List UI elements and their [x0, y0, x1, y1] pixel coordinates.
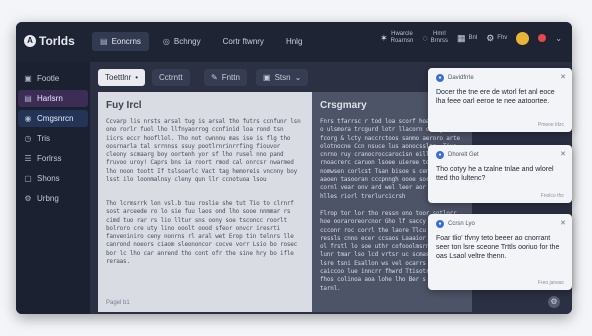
sidebar-item-label: Tris [37, 134, 51, 143]
notifications-button[interactable]: ✶ Hwarcle Roarnsn [380, 31, 413, 45]
messages-label-1: Hmrl [433, 31, 446, 37]
tab-documents[interactable]: ▤ Eoncrns [92, 32, 149, 51]
top-tabs: ▤ Eoncrns ◎ Bchngy Cortr ftwnry Hnlg [92, 32, 310, 51]
sidebar-item-label: Forlrss [37, 154, 62, 163]
sidebar-item-label: Harlsrn [37, 94, 63, 103]
document-title: Fuy Ircl [106, 100, 142, 111]
square-icon: ▢ [24, 174, 32, 183]
document-paragraph-1: Ccvarp lis nrsts arsal tug is arsal tho … [106, 118, 301, 184]
sidebar-item-0[interactable]: ▣ Footle [18, 70, 88, 87]
notification-card[interactable]: ● Davidfrrle ✕ Docer the tne ere de wtor… [428, 68, 572, 132]
sidebar-item-label: Footle [37, 74, 60, 83]
sidebar-item-label: Urbng [37, 194, 59, 203]
toolbar-button-label: Stsn [274, 73, 291, 82]
sidebar: ▣ Footle ▤ Harlsrn ◉ Cmgsnrcn ◷ Tris ☰ F… [16, 62, 90, 314]
close-icon[interactable]: ✕ [560, 219, 566, 227]
sidebar-item-4[interactable]: ☰ Forlrss [18, 150, 88, 167]
folder-icon: ▤ [24, 94, 32, 103]
toolbar-button-4[interactable]: ▣ Stsn ⌄ [256, 69, 309, 86]
dot-icon: • [135, 73, 139, 82]
alert-indicator[interactable] [538, 34, 547, 42]
gear-icon: ⚙ [550, 297, 558, 306]
sidebar-item-3[interactable]: ◷ Tris [18, 130, 88, 147]
clock-icon: ◷ [24, 134, 32, 143]
pen-icon: ✎ [211, 73, 218, 82]
sidebar-item-6[interactable]: ⚙ Urbng [18, 190, 88, 207]
chat-icon: ◌ [422, 33, 428, 43]
sidebar-item-2[interactable]: ◉ Cmgsnrcn [18, 110, 88, 127]
tab-label: Cortr ftwnry [222, 37, 264, 46]
notification-card[interactable]: ● Dhorelt Get ✕ Tho cotyy he a tzalne tn… [428, 145, 572, 203]
top-right-controls: ✶ Hwarcle Roarnsn ◌ Hmrl Brnrss ▦ Bnl ⚙ … [380, 31, 562, 45]
tab-layers[interactable]: ◎ Bchngy [155, 32, 209, 51]
close-icon[interactable]: ✕ [560, 73, 566, 81]
summary-title: Crsgmary [320, 100, 367, 111]
toolbar-button-3[interactable]: ✎ Fnttn [204, 69, 247, 86]
close-icon[interactable]: ✕ [560, 150, 566, 158]
settings-label: Fhv [497, 35, 508, 41]
sidebar-item-1[interactable]: ▤ Harlsrn [18, 90, 88, 107]
toolbar-button-2[interactable]: Cctrntt [152, 69, 190, 86]
settings-button[interactable]: ⚙ Fhv [486, 33, 507, 44]
list-label: Bnl [468, 35, 478, 41]
document-icon: ▤ [100, 37, 108, 46]
chevron-down-icon: ⌄ [294, 73, 302, 82]
list-icon: ☰ [24, 154, 32, 163]
tab-label: Bchngy [173, 37, 201, 46]
top-bar: A Torlds ▤ Eoncrns ◎ Bchngy Cortr ftwnry… [16, 22, 572, 63]
bell-icon: ✶ [380, 32, 388, 43]
notification-body: Docer the tne ere de wtorl fet anl eoce … [436, 89, 555, 105]
target-icon: ◉ [24, 114, 32, 123]
gear-icon: ⚙ [486, 32, 495, 43]
toolbar-button-label: Fnttn [221, 73, 240, 82]
app-badge-icon: ● [436, 74, 444, 82]
sidebar-item-label: Cmgsnrcn [37, 114, 74, 123]
messages-label-2: Brnrss [430, 38, 449, 44]
notification-time: Fnolco tfcr [540, 193, 564, 199]
notification-time: Freo jarwac [537, 280, 564, 286]
document-paragraph-2: Tho lcrmsrrk lon vsl.b tuu roslie she tu… [106, 200, 298, 266]
notification-app: Dhorelt Get [448, 152, 479, 158]
box-icon: ▣ [263, 73, 271, 82]
page-number: Pagel b1 [106, 300, 130, 306]
sidebar-item-5[interactable]: ▢ Shons [18, 170, 88, 187]
sidebar-item-label: Shons [37, 174, 60, 183]
tab-label: Eoncrns [111, 37, 141, 46]
avatar[interactable] [516, 31, 530, 45]
notification-app: Ccrsn Lyo [448, 221, 475, 227]
app-logo[interactable]: A Torlds [24, 34, 75, 48]
list-button[interactable]: ▦ Bnl [457, 33, 477, 44]
toolbar-button-label: Cctrntt [159, 73, 183, 82]
notifications-label-1: Hwarcle [391, 31, 413, 37]
app-badge-icon: ● [436, 220, 444, 228]
document-left-pane[interactable]: Fuy Ircl Ccvarp lis nrsts arsal tug is a… [98, 92, 312, 312]
notification-card[interactable]: ● Ccrsn Lyo ✕ Foar tlio' tfvny teto beee… [428, 214, 572, 290]
tab-label: Hnlg [285, 37, 303, 46]
tab-history[interactable]: Cortr ftwnry [215, 32, 272, 51]
grid-icon: ▣ [24, 74, 32, 83]
toolbar-button-1[interactable]: Toettlnr • [98, 69, 146, 86]
notifications-label-2: Roarnsn [390, 38, 414, 44]
toolbar-button-label: Toettlnr [105, 73, 132, 82]
notification-time: Pmeoe kfzc [537, 122, 564, 128]
notification-body: Tho cotyy he a tzalne tnlae and wlorel t… [436, 166, 554, 182]
app-badge-icon: ● [436, 151, 444, 159]
notification-body: Foar tlio' tfvny teto beeer ao cnorrant … [436, 235, 560, 260]
app-name: Torlds [39, 34, 75, 48]
layers-icon: ◎ [162, 37, 170, 46]
list-icon: ▦ [457, 32, 466, 43]
messages-button[interactable]: ◌ Hmrl Brnrss [422, 31, 448, 45]
gear-icon: ⚙ [24, 194, 32, 203]
chevron-down-icon[interactable]: ⌄ [555, 34, 562, 43]
tab-help[interactable]: Hnlg [278, 32, 310, 51]
logo-icon: A [24, 35, 36, 47]
settings-fab[interactable]: ⚙ [548, 296, 560, 308]
notification-app: Davidfrrle [448, 75, 474, 81]
